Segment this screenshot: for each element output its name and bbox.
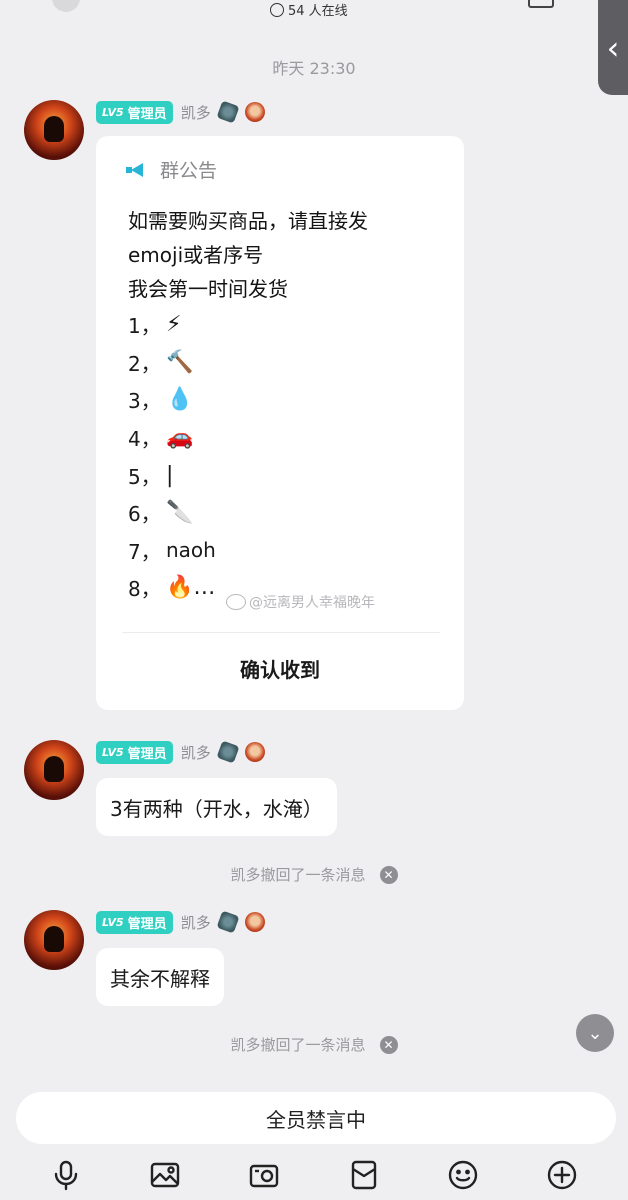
announcement-body: 如需要购买商品，请直接发 emoji或者序号 我会第一时间发货 xyxy=(128,204,368,306)
title-badge-icon xyxy=(244,102,265,122)
watermark-text: @远离男人幸福晚年 xyxy=(249,595,375,611)
list-item: 7， naoh xyxy=(128,532,216,570)
list-item: 1， ⚡ xyxy=(128,306,216,344)
back-button[interactable] xyxy=(52,0,80,12)
announcement-line: emoji或者序号 xyxy=(128,243,264,267)
medal-icon xyxy=(216,910,240,934)
product-list: 1， ⚡ 2， 🔨 3， 💧 4， 🚗 5， | 6， 🔪 7， naoh 8， 🔥… xyxy=(128,306,216,607)
watermark: @远离男人幸福晚年 xyxy=(226,592,375,612)
level-label: LV5 xyxy=(102,915,124,929)
divider xyxy=(122,632,440,633)
level-label: LV5 xyxy=(102,105,124,119)
avatar[interactable] xyxy=(24,100,84,160)
item-number: 3， xyxy=(128,389,161,414)
side-collapse-handle[interactable]: ‹ xyxy=(598,0,628,95)
camera-icon[interactable] xyxy=(246,1157,282,1193)
item-content: 💧 xyxy=(166,387,194,413)
chevron-down-icon: ⌄ xyxy=(587,1022,603,1044)
plus-icon[interactable] xyxy=(544,1157,580,1193)
announcement-title: 群公告 xyxy=(160,160,218,182)
message-bubble[interactable]: 3有两种（开水，水淹） xyxy=(96,778,337,836)
top-bar: 54 人在线 xyxy=(0,0,628,30)
input-toolbar xyxy=(0,1150,628,1200)
role-label: 管理员 xyxy=(127,916,167,932)
sender-name[interactable]: 凯多 xyxy=(181,742,211,763)
item-number: 2， xyxy=(128,351,161,376)
list-item: 8， 🔥… xyxy=(128,569,216,607)
online-count: 54 人在线 xyxy=(270,0,348,19)
item-number: 5， xyxy=(128,464,161,489)
admin-badge: LV5 管理员 xyxy=(96,910,173,934)
item-number: 7， xyxy=(128,539,161,564)
avatar[interactable] xyxy=(24,740,84,800)
emoji-icon[interactable] xyxy=(445,1157,481,1193)
menu-icon[interactable] xyxy=(528,0,554,8)
role-label: 管理员 xyxy=(127,746,167,762)
scroll-to-bottom-button[interactable]: ⌄ xyxy=(576,1014,614,1052)
image-icon[interactable] xyxy=(147,1157,183,1193)
list-item: 2， 🔨 xyxy=(128,344,216,382)
sender-row: LV5 管理员 凯多 xyxy=(96,100,265,124)
recall-notice: 凯多撤回了一条消息 ✕ xyxy=(0,1034,628,1055)
close-icon[interactable]: ✕ xyxy=(379,1035,398,1054)
confirm-received-button[interactable]: 确认收到 xyxy=(96,654,464,683)
mute-status-bar: 全员禁言中 xyxy=(16,1092,616,1144)
avatar[interactable] xyxy=(24,910,84,970)
message-timestamp: 昨天 23:30 xyxy=(272,59,356,78)
sender-name[interactable]: 凯多 xyxy=(181,912,211,933)
item-number: 4， xyxy=(128,427,161,452)
sender-row: LV5 管理员 凯多 xyxy=(96,740,265,764)
item-content: 🔥… xyxy=(166,575,216,601)
recall-text: 凯多撤回了一条消息 xyxy=(230,866,366,884)
red-packet-icon[interactable] xyxy=(346,1157,382,1193)
item-content: ⚡ xyxy=(166,312,182,338)
online-text: 54 人在线 xyxy=(288,4,348,19)
role-label: 管理员 xyxy=(127,106,167,122)
list-item: 5， | xyxy=(128,456,216,494)
list-item: 4， 🚗 xyxy=(128,419,216,457)
medal-icon xyxy=(216,740,240,764)
message-text: 3有两种（开水，水淹） xyxy=(110,796,323,821)
recall-text: 凯多撤回了一条消息 xyxy=(230,1036,366,1054)
megaphone-icon xyxy=(126,162,146,177)
admin-badge: LV5 管理员 xyxy=(96,100,173,124)
title-badge-icon xyxy=(244,742,265,762)
list-item: 6， 🔪 xyxy=(128,494,216,532)
online-icon xyxy=(270,2,284,17)
announcement-header: 群公告 xyxy=(126,156,217,183)
item-content: 🚗 xyxy=(166,425,194,451)
microphone-icon[interactable] xyxy=(48,1157,84,1193)
recall-notice: 凯多撤回了一条消息 ✕ xyxy=(0,864,628,885)
message-text: 其余不解释 xyxy=(110,966,210,991)
sender-name[interactable]: 凯多 xyxy=(181,102,211,123)
weibo-icon xyxy=(226,594,246,610)
announcement-line: 如需要购买商品，请直接发 xyxy=(128,209,368,233)
medal-icon xyxy=(216,100,240,124)
sender-row: LV5 管理员 凯多 xyxy=(96,910,265,934)
item-content: 🔨 xyxy=(166,349,194,375)
close-icon[interactable]: ✕ xyxy=(379,865,398,884)
item-number: 8， xyxy=(128,577,161,602)
group-announcement-card[interactable]: 群公告 如需要购买商品，请直接发 emoji或者序号 我会第一时间发货 1， ⚡ … xyxy=(96,136,464,710)
item-number: 6， xyxy=(128,502,161,527)
announcement-line: 我会第一时间发货 xyxy=(128,277,288,301)
item-content: | xyxy=(166,462,174,488)
item-number: 1， xyxy=(128,314,161,339)
admin-badge: LV5 管理员 xyxy=(96,740,173,764)
title-badge-icon xyxy=(244,912,265,932)
level-label: LV5 xyxy=(102,745,124,759)
item-content: 🔪 xyxy=(166,500,194,526)
list-item: 3， 💧 xyxy=(128,381,216,419)
item-content: naoh xyxy=(166,538,216,563)
mute-status-text: 全员禁言中 xyxy=(266,1107,366,1132)
message-bubble[interactable]: 其余不解释 xyxy=(96,948,224,1006)
